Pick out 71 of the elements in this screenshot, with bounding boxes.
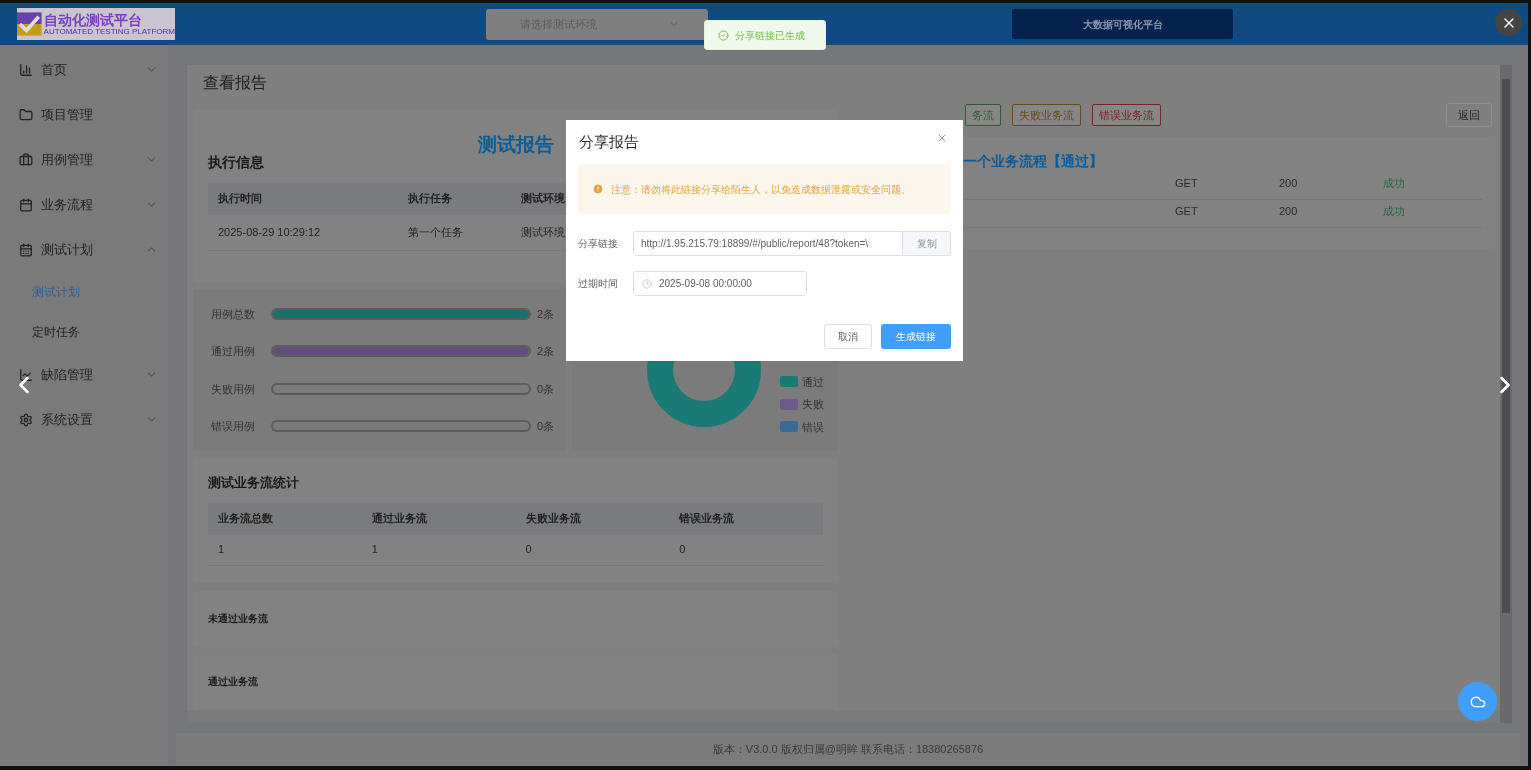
warning-icon: [592, 183, 604, 195]
table-cell: 1: [208, 534, 362, 566]
sidebar-item[interactable]: 项目管理: [0, 92, 168, 137]
field-label: 分享链接: [578, 237, 619, 251]
section-heading: 执行信息: [208, 152, 265, 172]
legend-label: 失败: [802, 397, 824, 412]
folder-icon: [19, 107, 33, 122]
report-title: 测试报告: [477, 133, 554, 157]
stat-label: 错误用例: [211, 419, 256, 434]
status-tag[interactable]: 务流: [965, 104, 1001, 126]
section-heading: 测试业务流统计: [208, 474, 300, 492]
method-cell-text: GET: [1175, 204, 1199, 220]
stat-count: 2条: [537, 306, 555, 322]
success-icon: [718, 29, 729, 41]
section-title: 未通过业务流: [208, 612, 268, 626]
clock-icon: [642, 278, 652, 289]
flow-title: 一个业务流程【通过】: [963, 152, 1104, 171]
table-header-cell: 执行任务: [398, 182, 511, 215]
table-cell: 1: [361, 534, 516, 566]
logo-subtitle: AUTOMATED TESTING PLATFORM: [43, 27, 175, 36]
stat-count: 2条: [537, 344, 555, 359]
copy-button[interactable]: 复制: [903, 231, 951, 256]
briefcase-icon: [19, 152, 33, 167]
status-tag[interactable]: 错误业务流: [1092, 104, 1161, 126]
expire-date-field[interactable]: 2025-09-08 00:00:00: [633, 271, 807, 296]
bar-chart-icon: [19, 62, 33, 77]
stat-label: 用例总数: [211, 306, 256, 322]
sidebar-item[interactable]: 缺陷管理: [0, 352, 168, 397]
settings-icon: [19, 412, 33, 427]
section-title: 通过业务流: [208, 675, 258, 689]
sidebar-item[interactable]: 首页: [0, 47, 168, 92]
stat-count: 0条: [537, 419, 555, 434]
calendar-icon: [19, 197, 33, 212]
table-cell: 0: [515, 534, 670, 566]
close-icon[interactable]: [936, 132, 948, 144]
chart-icon: [19, 367, 33, 382]
table-header-cell: 错误业务流: [669, 502, 823, 535]
table-header-cell: 业务流总数: [208, 502, 362, 535]
stat-label: 通过用例: [211, 344, 256, 359]
status-tag[interactable]: 失败业务流: [1012, 104, 1081, 126]
sidebar-item[interactable]: 系统设置: [0, 397, 168, 442]
field-label: 过期时间: [578, 277, 619, 291]
table-header-cell: 执行时间: [208, 182, 398, 215]
table-cell: 第一个任务: [398, 214, 511, 251]
generate-link-button[interactable]: 生成链接: [881, 324, 951, 349]
table-cell: 0: [669, 534, 823, 566]
sidebar-item[interactable]: 测试计划: [0, 227, 168, 272]
sidebar-subitem[interactable]: 定时任务: [0, 312, 168, 352]
stat-count: 0条: [537, 381, 555, 397]
dialog-title: 分享报告: [579, 131, 640, 152]
back-button[interactable]: 返回: [1446, 103, 1492, 127]
page-title: 查看报告: [202, 73, 268, 93]
table-header-cell: 通过业务流: [361, 502, 516, 535]
table-header-cell: 失败业务流: [515, 502, 670, 535]
table-cell: 2025-08-29 10:29:12: [208, 214, 398, 251]
result-cell-text: 成功: [1383, 204, 1406, 220]
status-code-cell-text: 200: [1279, 176, 1299, 192]
status-code-cell-text: 200: [1279, 204, 1299, 220]
result-cell-text: 成功: [1383, 176, 1406, 192]
legend-label: 通过: [802, 374, 824, 390]
bigdata-platform-button[interactable]: 大数据可视化平台: [1012, 9, 1233, 39]
sidebar-item[interactable]: 用例管理: [0, 137, 168, 182]
cancel-button[interactable]: 取消: [824, 324, 872, 349]
legend-label: 错误: [802, 419, 824, 435]
stat-label: 失败用例: [211, 381, 256, 397]
calendar-icon: [19, 242, 33, 257]
method-cell-text: GET: [1175, 176, 1199, 192]
toast-message: 分享链接已生成: [735, 28, 805, 43]
sidebar-item[interactable]: 业务流程: [0, 182, 168, 227]
share-link-field[interactable]: http://1.95.215.79:18899/#/public/report/48?token=\: [633, 231, 903, 256]
logo-title: 自动化测试平台: [43, 12, 142, 27]
